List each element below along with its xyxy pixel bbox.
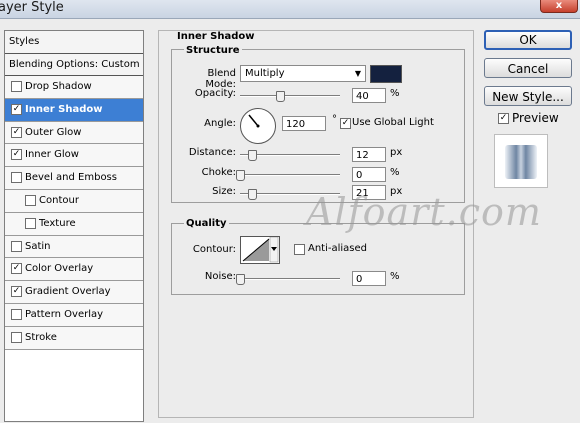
panel-title: Inner Shadow — [177, 31, 255, 42]
size-label: Size: — [212, 186, 236, 197]
choke-label: Choke: — [201, 167, 236, 178]
blending-options-item[interactable]: Blending Options: Custom — [5, 54, 143, 76]
style-checkbox[interactable]: ✓ — [11, 149, 22, 161]
style-item-label: Drop Shadow — [25, 81, 92, 92]
style-items: Drop Shadow ✓ Inner Shadow ✓ Outer Glow ✓ Inne… — [5, 76, 143, 350]
blend-mode-select[interactable]: Multiply ▼ — [240, 65, 366, 82]
angle-dial[interactable] — [240, 108, 276, 144]
style-item-label: Gradient Overlay — [25, 286, 111, 298]
style-item-drop-shadow[interactable]: Drop Shadow — [5, 76, 143, 99]
style-item-label: Contour — [39, 194, 79, 206]
shadow-color-swatch[interactable] — [370, 65, 402, 83]
style-item-pattern-overlay[interactable]: Pattern Overlay — [5, 303, 143, 327]
noise-unit: % — [390, 271, 400, 282]
noise-input[interactable]: 0 — [352, 271, 386, 286]
style-checkbox[interactable]: ✓ — [11, 286, 22, 298]
use-global-light-checkbox[interactable]: ✓ — [340, 118, 351, 129]
opacity-unit: % — [390, 88, 400, 99]
style-checkbox[interactable] — [25, 194, 36, 206]
angle-input[interactable]: 120 — [282, 116, 326, 131]
blend-mode-label: Blend Mode: — [205, 68, 236, 90]
choke-slider[interactable] — [240, 174, 340, 176]
choke-unit: % — [390, 167, 400, 178]
style-item-bevel-and-emboss[interactable]: Bevel and Emboss — [5, 167, 143, 190]
distance-input[interactable]: 12 — [352, 147, 386, 162]
new-style-button[interactable]: New Style... — [484, 86, 572, 106]
structure-group: Structure Blend Mode: Multiply ▼ Opacity… — [171, 45, 465, 203]
preview-label: Preview — [512, 111, 559, 125]
style-item-label: Inner Glow — [25, 149, 79, 161]
ok-button[interactable]: OK — [484, 30, 572, 50]
size-slider-thumb[interactable] — [248, 189, 257, 200]
choke-slider-thumb[interactable] — [236, 170, 245, 181]
title-bar: ayer Style x — [0, 0, 580, 19]
style-checkbox[interactable] — [11, 81, 22, 92]
style-checkbox[interactable] — [11, 331, 22, 343]
style-item-gradient-overlay[interactable]: ✓ Gradient Overlay — [5, 281, 143, 304]
style-checkbox[interactable]: ✓ — [11, 103, 22, 115]
distance-unit: px — [390, 147, 403, 158]
preview-thumbnail — [494, 134, 548, 188]
blend-mode-value: Multiply — [245, 68, 285, 79]
style-item-inner-shadow[interactable]: ✓ Inner Shadow — [5, 98, 143, 122]
style-item-contour[interactable]: Contour — [5, 189, 143, 213]
angle-dial-icon — [248, 114, 260, 128]
style-checkbox[interactable]: ✓ — [11, 263, 22, 275]
cancel-button[interactable]: Cancel — [484, 58, 572, 78]
style-item-label: Pattern Overlay — [25, 308, 104, 320]
style-item-label: Satin — [25, 240, 51, 252]
angle-label: Angle: — [204, 118, 236, 129]
style-item-label: Outer Glow — [25, 126, 82, 138]
style-checkbox[interactable]: ✓ — [11, 126, 22, 138]
style-item-outer-glow[interactable]: ✓ Outer Glow — [5, 121, 143, 145]
structure-title: Structure — [184, 45, 242, 56]
style-checkbox[interactable] — [25, 217, 36, 229]
angle-unit: ° — [332, 114, 337, 125]
style-item-label: Inner Shadow — [25, 103, 103, 115]
style-item-label: Color Overlay — [25, 263, 94, 275]
close-button[interactable]: x — [540, 0, 578, 13]
style-item-inner-glow[interactable]: ✓ Inner Glow — [5, 144, 143, 168]
anti-aliased-checkbox[interactable] — [294, 244, 305, 255]
distance-slider-thumb[interactable] — [248, 150, 257, 161]
style-item-label: Stroke — [25, 331, 57, 343]
anti-aliased-label: Anti-aliased — [308, 243, 368, 254]
style-item-label: Texture — [39, 217, 76, 229]
style-checkbox[interactable] — [11, 172, 22, 184]
style-item-color-overlay[interactable]: ✓ Color Overlay — [5, 258, 143, 282]
window-title: ayer Style — [0, 0, 64, 15]
contour-curve-icon — [242, 236, 279, 263]
styles-list: Styles Blending Options: Custom Drop Sha… — [4, 30, 144, 422]
contour-picker[interactable] — [240, 236, 280, 264]
preview-swatch-image — [505, 145, 537, 179]
distance-label: Distance: — [188, 147, 236, 158]
choke-input[interactable]: 0 — [352, 167, 386, 182]
opacity-input[interactable]: 40 — [352, 88, 386, 103]
style-checkbox[interactable] — [11, 308, 22, 320]
style-item-satin[interactable]: Satin — [5, 235, 143, 259]
opacity-slider[interactable] — [240, 95, 340, 97]
noise-slider-thumb[interactable] — [236, 274, 245, 285]
style-item-texture[interactable]: Texture — [5, 212, 143, 236]
styles-header[interactable]: Styles — [5, 31, 143, 54]
opacity-label: Opacity: — [194, 88, 236, 99]
opacity-slider-thumb[interactable] — [276, 91, 285, 102]
use-global-light-label: Use Global Light — [352, 117, 434, 128]
chevron-down-icon: ▼ — [354, 69, 361, 78]
style-item-label: Bevel and Emboss — [25, 172, 117, 184]
watermark: Alfoart.com — [306, 190, 542, 234]
preview-checkbox[interactable]: ✓ — [498, 113, 509, 124]
noise-slider[interactable] — [240, 278, 340, 280]
style-item-stroke[interactable]: Stroke — [5, 326, 143, 350]
quality-title: Quality — [184, 218, 229, 229]
style-checkbox[interactable] — [11, 240, 22, 252]
contour-label: Contour: — [192, 244, 236, 255]
noise-label: Noise: — [204, 271, 236, 282]
